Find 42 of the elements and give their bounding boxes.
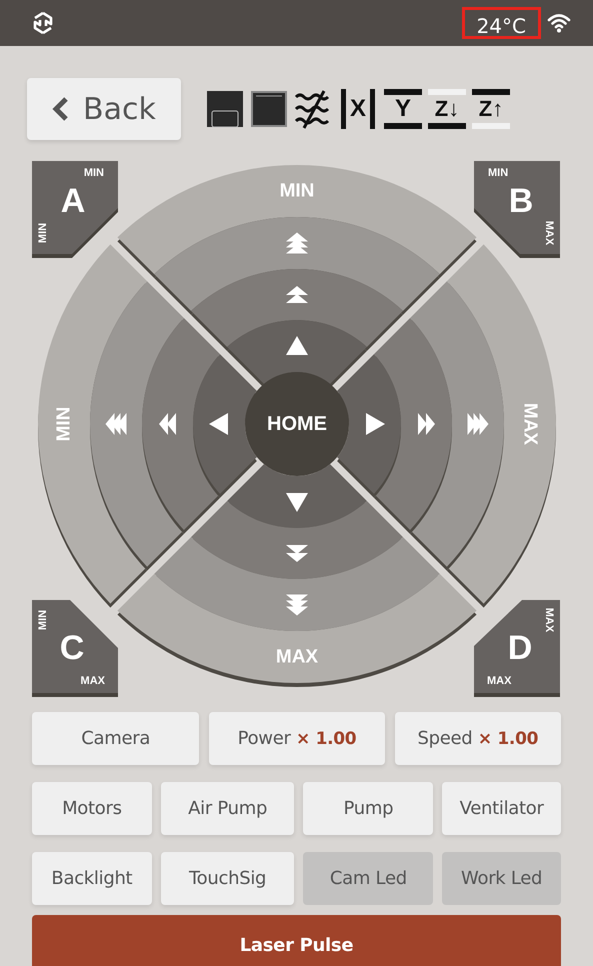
toggle-button[interactable]: Air Pump (160, 782, 294, 835)
triple-arrow-icon (286, 594, 308, 616)
double-arrow-icon (286, 545, 308, 562)
toggle-button[interactable]: Motors (32, 782, 152, 835)
end-label: MIN (54, 406, 74, 442)
toggle-button[interactable]: TouchSig (160, 852, 294, 905)
back-button[interactable]: Back (27, 78, 181, 140)
triple-arrow-icon (106, 413, 126, 435)
toggle-button[interactable]: Pump (303, 782, 434, 835)
toggle-button[interactable]: Ventilator (442, 782, 561, 835)
end-label: MAX (520, 402, 540, 446)
toggle-button[interactable]: Work Led (442, 852, 561, 905)
arrow-icon (286, 336, 308, 355)
logo-icon (31, 11, 55, 35)
arrow-icon (366, 413, 385, 435)
z-up-button[interactable]: Z↑ (472, 89, 510, 129)
toggle-button[interactable]: Camera (32, 712, 200, 765)
chevron-left-icon (51, 96, 69, 122)
jog-segment[interactable] (117, 574, 477, 687)
wave-off-button[interactable] (294, 88, 332, 130)
double-arrow-icon (286, 286, 308, 303)
x-axis-button[interactable]: X (341, 89, 375, 129)
multiplier-button[interactable]: Power × 1.00 (209, 712, 385, 765)
triple-arrow-icon (286, 232, 308, 254)
end-label: MAX (276, 646, 318, 668)
double-arrow-icon (159, 413, 176, 435)
arrow-icon (286, 493, 308, 512)
temperature: 24°C (462, 7, 541, 39)
square-frame-button[interactable] (250, 88, 288, 130)
toggle-button[interactable]: Cam Led (303, 852, 434, 905)
y-axis-button[interactable]: Y (384, 89, 422, 129)
multiplier-button[interactable]: Speed × 1.00 (394, 712, 561, 765)
toggle-button[interactable]: Backlight (32, 852, 152, 905)
z-down-button[interactable]: Z↓ (428, 89, 466, 129)
laser-pulse-button[interactable]: Laser Pulse (32, 915, 561, 966)
arrow-icon (209, 413, 228, 435)
triple-arrow-icon (468, 413, 488, 435)
wifi-icon (547, 13, 571, 33)
home-button[interactable]: HOME (245, 372, 349, 476)
filled-square-button[interactable] (206, 88, 244, 130)
double-arrow-icon (418, 413, 435, 435)
end-label: MIN (280, 180, 314, 202)
